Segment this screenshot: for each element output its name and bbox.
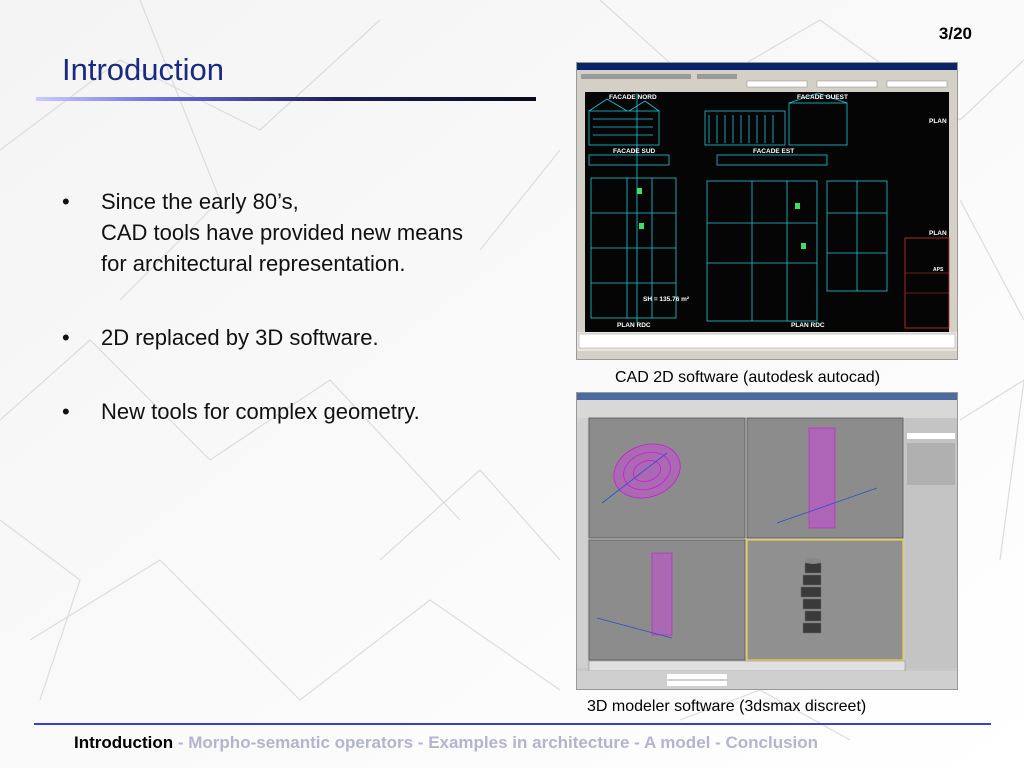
bullet-list: • Since the early 80’s, CAD tools have p… [62,186,542,470]
bullet-item: • New tools for complex geometry. [62,396,542,427]
autocad-drawing: FACADE NORD FACADE OUEST FACADE SUD FACA… [577,63,957,359]
cad-label: PLAN RDC [617,322,651,329]
footer-nav: Introduction - Morpho-semantic operators… [74,733,818,753]
cad-label: PLAN RDC [791,322,825,329]
bullet-item: • Since the early 80’s, CAD tools have p… [62,186,542,279]
cad-label: APS [933,267,944,273]
3dsmax-screenshot [576,392,958,690]
bullet-dot: • [62,325,70,350]
bullet-line: 2D replaced by 3D software. [101,325,379,350]
bullet-line: CAD tools have provided new means [101,220,463,245]
nav-item-conclusion[interactable]: Conclusion [725,733,818,752]
nav-separator: - [629,733,644,752]
cad-label: FACADE OUEST [797,94,848,101]
3dsmax-caption: 3D modeler software (3dsmax discreet) [587,698,867,715]
slide-title: Introduction [62,52,224,87]
nav-item-introduction[interactable]: Introduction [74,733,173,752]
autocad-screenshot: FACADE NORD FACADE OUEST FACADE SUD FACA… [576,62,958,360]
nav-item-morpho-semantic-operators[interactable]: Morpho-semantic operators [188,733,413,752]
cad-label: PLAN [929,230,947,237]
footer-rule [34,723,991,725]
cad-label: FACADE EST [753,148,794,155]
page-number: 3/20 [938,24,972,43]
cad-label: FACADE NORD [609,94,657,101]
nav-item-a-model[interactable]: A model [644,733,710,752]
title-underline [36,97,536,101]
cad-label: FACADE SUD [613,148,656,155]
autocad-caption: CAD 2D software (autodesk autocad) [615,369,881,386]
bullet-item: • 2D replaced by 3D software. [62,322,542,353]
bullet-line: Since the early 80’s, [101,189,299,214]
bullet-dot: • [62,189,70,214]
nav-item-examples-in-architecture[interactable]: Examples in architecture [428,733,629,752]
3dsmax-viewports [577,393,957,689]
bullet-line: for architectural representation. [101,251,406,276]
bullet-dot: • [62,399,70,424]
cad-label: SH = 135.76 m² [643,296,690,303]
nav-separator: - [173,733,189,752]
nav-separator: - [413,733,429,752]
cad-label: PLAN [929,118,947,125]
nav-separator: - [710,733,726,752]
bullet-line: New tools for complex geometry. [101,399,420,424]
